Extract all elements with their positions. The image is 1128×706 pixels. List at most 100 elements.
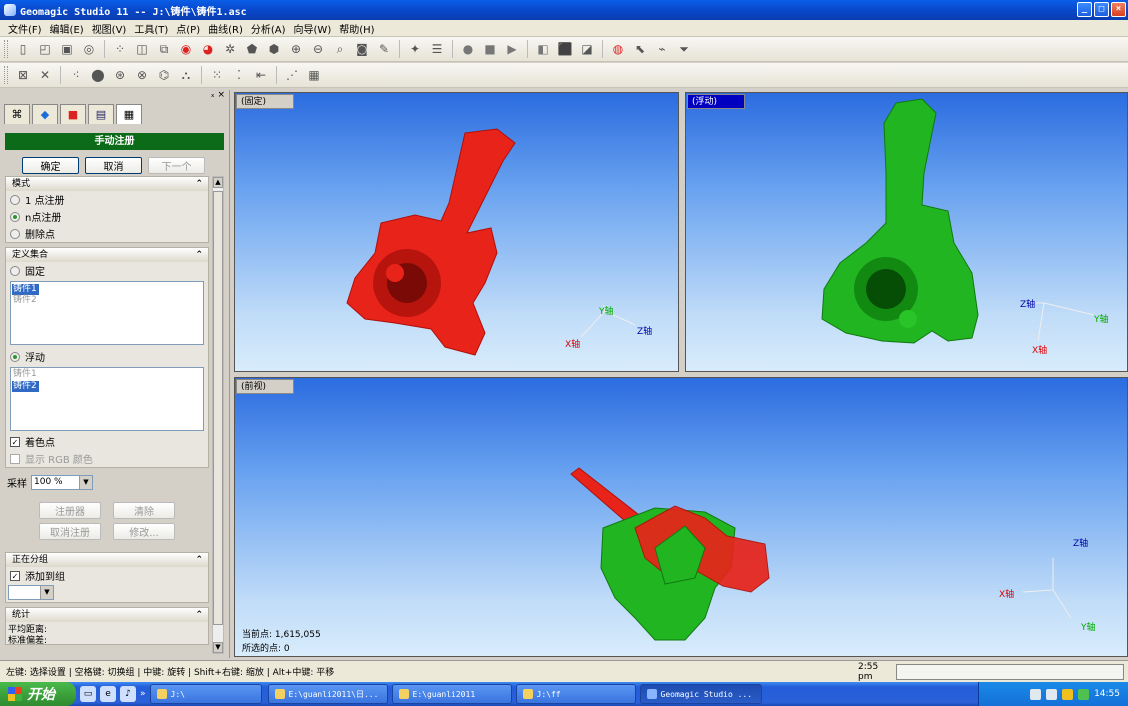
radio-icon[interactable] xyxy=(10,351,20,362)
modify-button[interactable]: 修改... xyxy=(113,523,175,540)
collapse-icon[interactable]: ⌃ xyxy=(195,177,203,191)
browser-icon[interactable]: e xyxy=(100,686,116,702)
collapse-icon[interactable]: ⌃ xyxy=(195,553,203,567)
menu-file[interactable]: 文件(F) xyxy=(4,21,46,36)
taskbar-item[interactable]: E:\guanli2011\日... xyxy=(267,684,388,704)
camera-icon[interactable]: ◙ xyxy=(353,40,371,58)
radio-icon[interactable] xyxy=(10,194,20,205)
front-viewport[interactable]: Z轴 X轴 Y轴 当前点: 1,615,055 所选的点: 0 (前视) xyxy=(234,377,1128,657)
panel-pin-close[interactable]: ₓ × xyxy=(211,90,225,100)
bounding-box-icon[interactable]: ⊠ xyxy=(14,66,32,84)
menu-edit[interactable]: 编辑(E) xyxy=(46,21,88,36)
chevron-down-icon[interactable]: ▼ xyxy=(40,586,53,599)
outlier-icon[interactable]: ⊛ xyxy=(111,66,129,84)
unregister-button[interactable]: 取消注册 xyxy=(39,523,101,540)
lasso-icon[interactable]: ✦ xyxy=(406,40,424,58)
update-icon[interactable] xyxy=(1078,688,1090,700)
scroll-thumb[interactable] xyxy=(213,191,223,625)
show-rgb-checkbox[interactable]: 显示 RGB 颜色 xyxy=(6,450,208,467)
close-button[interactable]: × xyxy=(1111,2,1126,17)
chevron-down-icon[interactable]: ▼ xyxy=(79,475,92,489)
layers-icon[interactable]: ☰ xyxy=(428,40,446,58)
panel-scrollbar[interactable]: ▲ ▼ xyxy=(212,176,224,654)
scroll-down-icon[interactable]: ▼ xyxy=(213,642,223,653)
new-icon[interactable]: ▯ xyxy=(14,40,32,58)
global-register-icon[interactable]: ◕ xyxy=(199,40,217,58)
wrap-icon[interactable]: ⛬ xyxy=(177,66,195,84)
taskbar-item[interactable]: J:\ xyxy=(149,684,262,704)
ok-button[interactable]: 确定 xyxy=(22,157,79,174)
maximize-button[interactable]: □ xyxy=(1094,2,1109,17)
zoom-in-icon[interactable]: ⊕ xyxy=(287,40,305,58)
collapse-icon[interactable]: ⌃ xyxy=(195,248,203,262)
color-points-checkbox[interactable]: ✓ 着色点 xyxy=(6,433,208,450)
volume-icon[interactable] xyxy=(1046,688,1058,700)
save-icon[interactable]: ▣ xyxy=(58,40,76,58)
shape-icon[interactable]: ⬟ xyxy=(243,40,261,58)
group-select[interactable]: ▼ xyxy=(8,585,54,600)
menu-analysis[interactable]: 分析(A) xyxy=(247,21,290,36)
next-button[interactable]: 下一个 xyxy=(148,157,205,174)
merge-icon[interactable]: ⬢ xyxy=(265,40,283,58)
stats-header[interactable]: 统计 ⌃ xyxy=(6,608,208,622)
taskbar-item[interactable]: J:\ff xyxy=(515,684,636,704)
list-item[interactable]: 铸件2 xyxy=(12,295,202,306)
menu-wizard[interactable]: 向导(W) xyxy=(290,21,336,36)
lasso-select-icon[interactable]: ⌁ xyxy=(653,40,671,58)
zoom-out-icon[interactable]: ⊖ xyxy=(309,40,327,58)
taskbar-item[interactable]: E:\guanli2011 xyxy=(391,684,512,704)
select-icon[interactable]: ⬉ xyxy=(631,40,649,58)
grid-icon[interactable]: ⁙ xyxy=(208,66,226,84)
floating-list[interactable]: 铸件1 铸件2 xyxy=(10,367,204,431)
floating-viewport[interactable]: Z轴 Y轴 X轴 (浮动) xyxy=(685,92,1128,372)
media-icon[interactable]: ♪ xyxy=(120,686,136,702)
sampling-select[interactable]: 100 % ▼ xyxy=(31,474,93,490)
checkbox-icon[interactable] xyxy=(10,453,20,464)
tab-display[interactable]: ◆ xyxy=(32,104,58,124)
uniform-icon[interactable]: ⊗ xyxy=(133,66,151,84)
list-item[interactable]: 铸件1 xyxy=(12,284,39,295)
floating-radio[interactable]: 浮动 xyxy=(6,348,208,365)
tab-dialog[interactable]: ■ xyxy=(60,104,86,124)
scroll-up-icon[interactable]: ▲ xyxy=(213,177,223,188)
mode-1-point[interactable]: 1 点注册 xyxy=(6,191,208,208)
curvature-icon[interactable]: ⌬ xyxy=(155,66,173,84)
show-desktop-icon[interactable]: ▭ xyxy=(80,686,96,702)
settings-icon[interactable]: ✲ xyxy=(221,40,239,58)
toolbar-grip[interactable] xyxy=(4,40,8,58)
fixed-radio[interactable]: 固定 xyxy=(6,262,208,279)
network-icon[interactable] xyxy=(1030,688,1042,700)
delete-icon[interactable]: ✕ xyxy=(36,66,54,84)
clear-button[interactable]: 清除 xyxy=(113,502,175,519)
import-icon[interactable]: ◎ xyxy=(80,40,98,58)
scatter-icon[interactable]: ⋰ xyxy=(283,66,301,84)
tab-sheet[interactable]: ▦ xyxy=(116,104,142,124)
play-icon[interactable]: ▶ xyxy=(503,40,521,58)
quicklaunch-overflow-icon[interactable]: » xyxy=(140,689,146,699)
filter-icon[interactable]: ⏷ xyxy=(675,40,693,58)
mesh-icon[interactable]: ▦ xyxy=(305,66,323,84)
taskbar-item-geomagic[interactable]: Geomagic Studio ... xyxy=(639,684,762,704)
pencil-icon[interactable]: ✎ xyxy=(375,40,393,58)
solid-icon[interactable]: ⬛ xyxy=(556,40,574,58)
fixed-viewport[interactable]: X轴 Z轴 Y轴 (固定) xyxy=(234,92,679,372)
zoom-fit-icon[interactable]: ⌕ xyxy=(331,40,349,58)
noise-icon[interactable]: ⁖ xyxy=(67,66,85,84)
add-to-group-checkbox[interactable]: ✓ 添加到组 xyxy=(6,567,208,584)
register-button[interactable]: 注册器 xyxy=(39,502,101,519)
menu-curves[interactable]: 曲线(R) xyxy=(204,21,247,36)
cube-icon[interactable]: ◫ xyxy=(133,40,151,58)
sphere-icon[interactable]: ● xyxy=(459,40,477,58)
check-icon[interactable]: ✓ xyxy=(10,436,20,447)
color-icon[interactable]: ◍ xyxy=(609,40,627,58)
grouping-header[interactable]: 正在分组 ⌃ xyxy=(6,553,208,567)
minimize-button[interactable]: _ xyxy=(1077,2,1092,17)
toolbar-grip[interactable] xyxy=(4,66,8,84)
collapse-icon[interactable]: ⌃ xyxy=(195,608,203,622)
security-icon[interactable] xyxy=(1062,688,1074,700)
sample-icon[interactable]: ⬤ xyxy=(89,66,107,84)
list-item[interactable]: 铸件2 xyxy=(12,381,39,392)
start-button[interactable]: 开始 xyxy=(0,682,76,706)
mode-n-point[interactable]: n点注册 xyxy=(6,208,208,225)
check-icon[interactable]: ✓ xyxy=(10,570,20,581)
